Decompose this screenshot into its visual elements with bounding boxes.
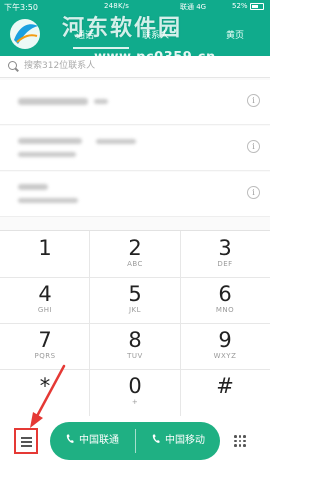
call-log-row[interactable]: i [0, 126, 270, 171]
search-input[interactable] [24, 59, 254, 73]
key-5[interactable]: 5 JKL [90, 277, 180, 323]
tab-yellow-pages[interactable]: 黄页 [226, 28, 244, 41]
search-bar[interactable] [0, 56, 270, 78]
dialpad-icon[interactable] [234, 435, 246, 447]
dial-keypad: 1 2 ABC 3 DEF 4 GHI 5 JKL 6 MNO 7 PQRS 8 TUV 9W… [0, 230, 270, 417]
key-3[interactable]: 3 DEF [180, 231, 270, 277]
phone-icon [152, 434, 160, 443]
menu-button[interactable] [14, 428, 38, 454]
key-6[interactable]: 6 MNO [180, 277, 270, 323]
search-icon [8, 61, 17, 70]
battery-percent: 52% [232, 2, 248, 10]
tab-indicator [73, 47, 129, 49]
call-buttons: 中国联通 中国移动 [50, 422, 220, 460]
key-2[interactable]: 2 ABC [90, 231, 180, 277]
key-7[interactable]: 7 PQRS [0, 323, 90, 369]
call-log-row[interactable]: i [0, 172, 270, 217]
call-log-list: i i i [0, 78, 270, 230]
call-sim2-button[interactable]: 中国移动 [136, 422, 221, 460]
watermark-title: 河东软件园 [62, 16, 183, 41]
info-icon[interactable]: i [247, 140, 260, 153]
call-log-row[interactable]: i [0, 80, 270, 125]
status-network-speed: 248K/s [104, 2, 130, 10]
info-icon[interactable]: i [247, 94, 260, 107]
key-hash[interactable]: # [180, 369, 270, 415]
call-sim1-button[interactable]: 中国联通 [50, 422, 135, 460]
phone-icon [66, 434, 74, 443]
key-1[interactable]: 1 [0, 231, 90, 277]
info-icon[interactable]: i [247, 186, 260, 199]
key-4[interactable]: 4 GHI [0, 277, 90, 323]
hamburger-menu-icon [21, 437, 32, 439]
status-carrier: 联通 4G [180, 3, 207, 11]
bottom-action-bar: 中国联通 中国移动 [0, 416, 270, 480]
battery-icon [250, 3, 264, 10]
key-star[interactable]: * [0, 369, 90, 415]
key-8[interactable]: 8 TUV [90, 323, 180, 369]
key-9[interactable]: 9 WXYZ [180, 323, 270, 369]
watermark-logo-icon [10, 19, 40, 49]
status-time: 下午3:50 [4, 3, 38, 12]
app-header: 下午3:50 248K/s 联通 4G 52% 通话 联系人 黄页 河东软件园 … [0, 0, 270, 78]
key-0[interactable]: 0 + [90, 369, 180, 415]
